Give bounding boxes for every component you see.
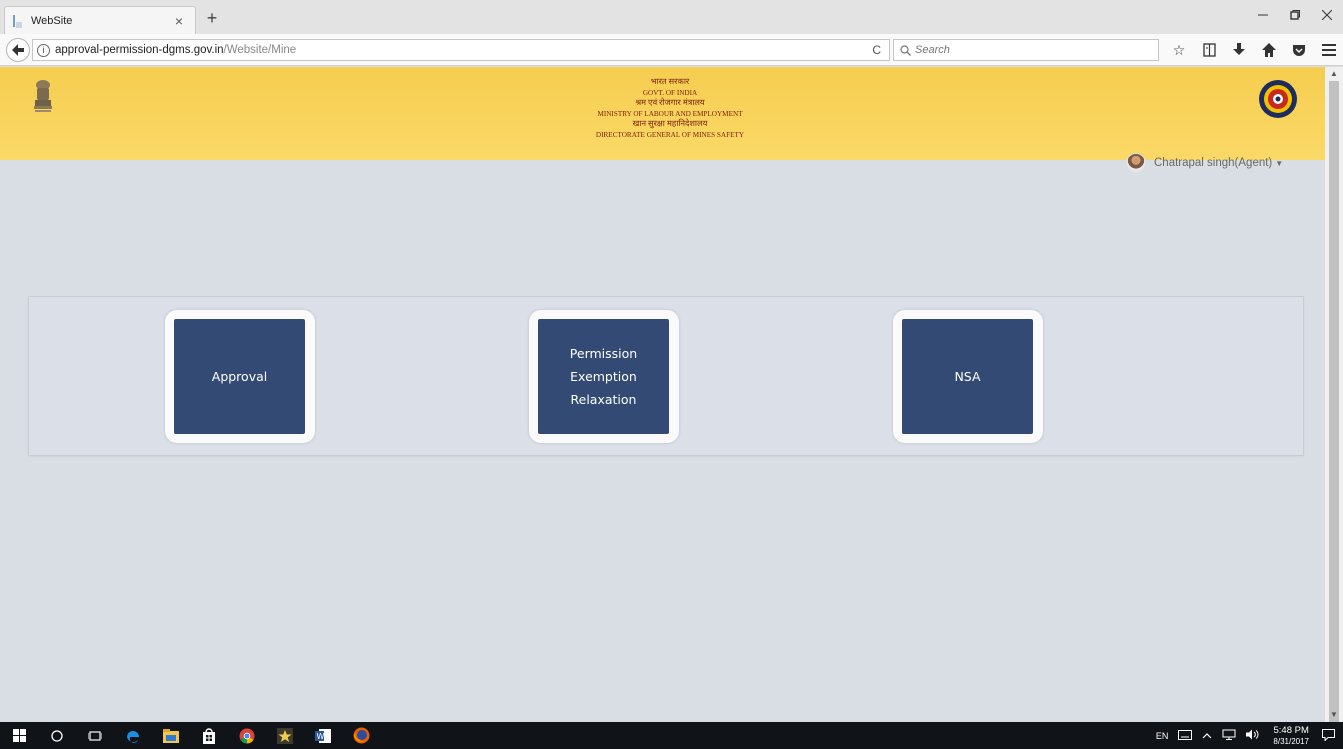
scroll-down-icon[interactable]: ▼ [1325, 708, 1343, 722]
browser-navbar: i approval-permission-dgms.gov.in/Websit… [0, 34, 1343, 66]
cortana-icon[interactable] [38, 722, 76, 749]
firefox-icon[interactable] [342, 722, 380, 749]
system-tray: EN 5:48 PM 8/31/2017 [1151, 722, 1343, 749]
approval-tile[interactable]: Approval [174, 319, 305, 434]
url-host: approval-permission-dgms.gov.in [55, 44, 224, 56]
store-icon[interactable] [190, 722, 228, 749]
restore-icon[interactable] [1279, 0, 1311, 30]
chevron-down-icon: ▼ [1275, 158, 1284, 168]
search-bar[interactable] [893, 39, 1159, 61]
header-line-4: MINISTRY OF LABOUR AND EMPLOYMENT [597, 109, 743, 118]
site-header: भारत सरकार GOVT. OF INDIA श्रम एवं रोजगा… [0, 67, 1325, 173]
url-path: /Website/Mine [223, 44, 297, 56]
windows-start-icon[interactable] [0, 722, 38, 749]
tab-close-icon[interactable]: × [171, 13, 187, 29]
site-favicon-icon [13, 14, 25, 28]
tile-frame-nsa: NSA [893, 310, 1043, 443]
reading-list-icon[interactable] [1196, 39, 1222, 61]
permission-exemption-relaxation-tile[interactable]: Permission Exemption Relaxation [538, 319, 669, 434]
svg-text:W: W [317, 732, 325, 741]
window-controls [1247, 0, 1343, 34]
header-line-2: GOVT. OF INDIA [642, 88, 698, 97]
download-icon[interactable] [1226, 39, 1252, 61]
ashoka-emblem-icon [34, 80, 52, 112]
header-line-3: श्रम एवं रोजगार मंत्रालय [635, 98, 705, 107]
bookmark-star-icon[interactable]: ☆ [1166, 39, 1192, 61]
volume-icon[interactable] [1241, 729, 1265, 742]
search-input[interactable] [915, 44, 1135, 56]
header-line-6: DIRECTORATE GENERAL OF MINES SAFETY [595, 130, 745, 139]
nsa-tile[interactable]: NSA [902, 319, 1033, 434]
menu-icon[interactable] [1316, 39, 1342, 61]
clock-date: 8/31/2017 [1273, 736, 1309, 746]
keyboard-icon[interactable] [1173, 729, 1197, 742]
avatar [1126, 153, 1146, 173]
module-panel: Approval Permission Exemption Relaxation… [28, 296, 1304, 456]
scroll-thumb[interactable] [1329, 81, 1339, 727]
system-clock[interactable]: 5:48 PM 8/31/2017 [1265, 725, 1317, 747]
home-icon[interactable] [1256, 39, 1282, 61]
task-view-icon[interactable] [76, 722, 114, 749]
browser-tabstrip: WebSite × + [0, 0, 1343, 34]
tile-frame-approval: Approval [165, 310, 315, 443]
new-tab-button[interactable]: + [202, 8, 222, 29]
header-title-block: भारत सरकार GOVT. OF INDIA श्रम एवं रोजगा… [530, 77, 810, 140]
header-line-5: खान सुरक्षा महानिदेशालय [632, 119, 708, 128]
back-arrow-icon[interactable] [6, 37, 30, 62]
scroll-up-icon[interactable]: ▲ [1325, 67, 1343, 81]
info-icon[interactable]: i [37, 43, 50, 57]
windows-taskbar: W EN 5:48 PM 8/31/2017 [0, 722, 1343, 749]
header-line-1: भारत सरकार [650, 77, 690, 86]
word-icon[interactable]: W [304, 722, 342, 749]
search-icon [900, 44, 911, 56]
close-icon[interactable] [1311, 0, 1343, 30]
network-icon[interactable] [1217, 729, 1241, 742]
app-star-icon[interactable] [266, 722, 304, 749]
clock-time: 5:48 PM [1273, 724, 1309, 736]
language-indicator[interactable]: EN [1151, 731, 1174, 741]
browser-tab[interactable]: WebSite × [4, 6, 196, 34]
chrome-icon[interactable] [228, 722, 266, 749]
pocket-icon[interactable] [1286, 39, 1312, 61]
user-name: Chatrapal singh(Agent) [1154, 157, 1273, 169]
action-center-icon[interactable] [1317, 728, 1343, 743]
tab-title: WebSite [31, 14, 73, 27]
reload-icon[interactable]: C [872, 43, 881, 57]
chevron-up-icon[interactable] [1197, 731, 1217, 741]
minimize-icon[interactable] [1247, 0, 1279, 30]
page-scrollbar[interactable]: ▲ ▼ [1325, 67, 1343, 727]
tile-frame-permission: Permission Exemption Relaxation [529, 310, 679, 443]
url-bar[interactable]: i approval-permission-dgms.gov.in/Websit… [32, 39, 890, 61]
file-explorer-icon[interactable] [152, 722, 190, 749]
user-menu[interactable]: Chatrapal singh(Agent) ▼ [1126, 153, 1283, 173]
browser-toolbar: ☆ [1166, 39, 1342, 61]
edge-icon[interactable] [114, 722, 152, 749]
dgms-logo-icon [1259, 80, 1297, 118]
